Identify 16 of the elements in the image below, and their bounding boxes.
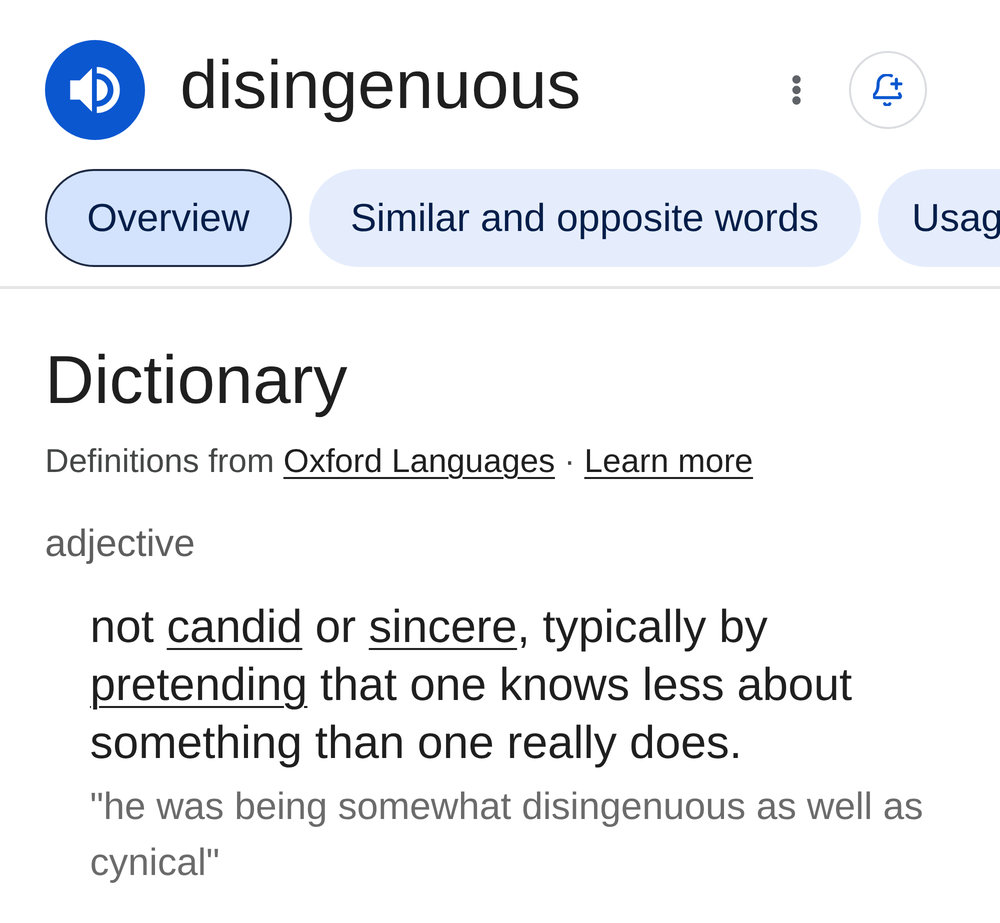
bell-plus-icon [873, 74, 903, 106]
notification-button[interactable] [849, 51, 927, 129]
more-vertical-icon [792, 75, 801, 105]
tab[interactable]: Similar and opposite words [308, 169, 861, 267]
source-link[interactable]: Oxford Languages [283, 442, 555, 479]
more-options-button[interactable] [792, 75, 801, 105]
example-sentence: "he was being somewhat disingenuous as well as cynical" [90, 785, 924, 886]
word-link[interactable]: sincere [368, 600, 518, 652]
definition-text: not candid or sincere, typically by pretending that one knows less about something than one really does. [90, 599, 854, 770]
source-line: Definitions from Oxford Languages · Learn more [45, 441, 754, 481]
word-link[interactable]: pretending [90, 658, 308, 710]
tab[interactable]: Overview [45, 169, 292, 267]
word-link[interactable]: candid [166, 600, 302, 652]
part-of-speech-label: adjective [45, 522, 196, 566]
learn-more-link[interactable]: Learn more [584, 442, 754, 479]
speaker-icon [70, 67, 120, 113]
